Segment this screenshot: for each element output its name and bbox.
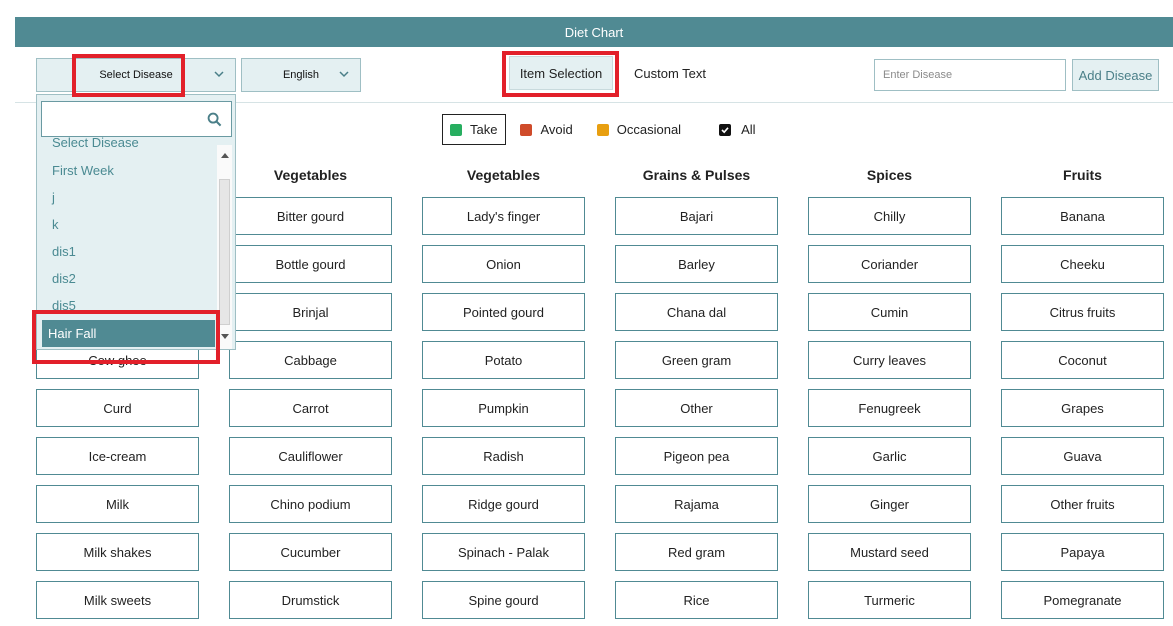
food-item-button[interactable]: Ice-cream — [36, 437, 199, 475]
column-header: Grains & Pulses — [642, 167, 751, 183]
food-item-button[interactable]: Barley — [615, 245, 778, 283]
take-color-swatch — [450, 123, 462, 136]
food-item-button[interactable]: Bajari — [615, 197, 778, 235]
food-item-button[interactable]: Chino podium — [229, 485, 392, 523]
food-item-button[interactable]: Pointed gourd — [422, 293, 585, 331]
app-title-bar: Diet Chart — [15, 17, 1173, 47]
food-item-button[interactable]: Turmeric — [808, 581, 971, 619]
chevron-down-icon — [214, 71, 224, 78]
food-item-button[interactable]: Pigeon pea — [615, 437, 778, 475]
legend-avoid-label: Avoid — [540, 122, 573, 137]
scroll-up-icon[interactable] — [217, 147, 232, 162]
dropdown-search-input[interactable] — [41, 101, 232, 137]
food-item-button[interactable]: Ginger — [808, 485, 971, 523]
food-item-button[interactable]: Milk sweets — [36, 581, 199, 619]
food-item-button[interactable]: Bottle gourd — [229, 245, 392, 283]
food-item-button[interactable]: Spine gourd — [422, 581, 585, 619]
dropdown-option[interactable]: dis5 — [52, 297, 76, 315]
dropdown-option-highlighted[interactable]: Hair Fall — [42, 320, 215, 347]
dropdown-option[interactable]: dis2 — [52, 270, 76, 288]
scrollbar-thumb[interactable] — [219, 179, 230, 325]
add-disease-button[interactable]: Add Disease — [1072, 59, 1159, 91]
food-item-button[interactable]: Green gram — [615, 341, 778, 379]
dropdown-option[interactable]: Select Disease — [52, 134, 139, 152]
food-item-button[interactable]: Other fruits — [1001, 485, 1164, 523]
tab-custom-text[interactable]: Custom Text — [622, 56, 718, 90]
food-item-button[interactable]: Lady's finger — [422, 197, 585, 235]
food-item-button[interactable]: Carrot — [229, 389, 392, 427]
food-item-button[interactable]: Drumstick — [229, 581, 392, 619]
occasional-color-swatch — [596, 123, 609, 136]
chevron-down-icon — [339, 71, 349, 78]
food-item-button[interactable]: Rajama — [615, 485, 778, 523]
food-item-button[interactable]: Rice — [615, 581, 778, 619]
dropdown-option[interactable]: First Week — [52, 162, 114, 180]
search-icon — [207, 112, 222, 127]
dropdown-list: Select Disease First Week j k dis1 dis2 … — [37, 135, 215, 349]
food-item-button[interactable]: Mustard seed — [808, 533, 971, 571]
food-item-button[interactable]: Guava — [1001, 437, 1164, 475]
column-header: Fruits — [1063, 167, 1102, 183]
food-item-button[interactable]: Ridge gourd — [422, 485, 585, 523]
dropdown-scrollbar[interactable] — [217, 145, 232, 349]
legend-take-label: Take — [470, 122, 498, 137]
column-header: Vegetables — [466, 167, 541, 183]
food-item-button[interactable]: Grapes — [1001, 389, 1164, 427]
language-select[interactable]: English — [241, 58, 361, 92]
food-item-button[interactable]: Brinjal — [229, 293, 392, 331]
food-item-button[interactable]: Milk — [36, 485, 199, 523]
food-item-button[interactable]: Curry leaves — [808, 341, 971, 379]
avoid-color-swatch — [520, 123, 533, 136]
app-title: Diet Chart — [564, 24, 624, 40]
food-item-button[interactable]: Potato — [422, 341, 585, 379]
column-header: Spices — [866, 167, 913, 183]
food-item-button[interactable]: Fenugreek — [808, 389, 971, 427]
food-item-button[interactable]: Citrus fruits — [1001, 293, 1164, 331]
food-item-button[interactable]: Coriander — [808, 245, 971, 283]
food-item-button[interactable]: Cauliflower — [229, 437, 392, 475]
legend-occasional[interactable]: Occasional — [596, 114, 682, 145]
legend-occasional-label: Occasional — [616, 122, 682, 137]
food-item-button[interactable]: Chana dal — [615, 293, 778, 331]
language-select-value: English — [282, 69, 320, 81]
food-item-button[interactable]: Red gram — [615, 533, 778, 571]
food-item-button[interactable]: Papaya — [1001, 533, 1164, 571]
food-item-button[interactable]: Pumpkin — [422, 389, 585, 427]
food-item-button[interactable]: Coconut — [1001, 341, 1164, 379]
food-item-button[interactable]: Cabbage — [229, 341, 392, 379]
food-item-button[interactable]: Milk shakes — [36, 533, 199, 571]
disease-select-value: Select Disease — [99, 69, 173, 81]
tab-item-selection-label: Item Selection — [519, 65, 603, 81]
legend: Take Avoid Occasional All — [442, 114, 762, 145]
tab-custom-text-label: Custom Text — [633, 65, 706, 81]
scroll-down-icon[interactable] — [217, 329, 232, 344]
legend-all-checkbox[interactable]: All — [719, 114, 756, 145]
legend-all-label: All — [741, 122, 756, 137]
dropdown-option[interactable]: j — [52, 189, 55, 207]
food-item-button[interactable]: Onion — [422, 245, 585, 283]
tab-item-selection[interactable]: Item Selection — [509, 56, 613, 90]
column-header: Vegetables — [273, 167, 348, 183]
food-item-button[interactable]: Bitter gourd — [229, 197, 392, 235]
dropdown-option[interactable]: k — [52, 216, 59, 234]
food-item-button[interactable]: Cheeku — [1001, 245, 1164, 283]
food-item-button[interactable]: Spinach - Palak — [422, 533, 585, 571]
food-item-button[interactable]: Cumin — [808, 293, 971, 331]
food-item-button[interactable]: Pomegranate — [1001, 581, 1164, 619]
disease-select[interactable]: Select Disease — [36, 58, 236, 92]
dropdown-option[interactable]: dis1 — [52, 243, 76, 261]
disease-dropdown-panel: Select Disease First Week j k dis1 dis2 … — [36, 94, 236, 350]
food-item-button[interactable]: Other — [615, 389, 778, 427]
legend-take[interactable]: Take — [442, 114, 507, 145]
food-item-button[interactable]: Banana — [1001, 197, 1164, 235]
checkbox-checked-icon — [719, 123, 732, 136]
food-item-button[interactable]: Radish — [422, 437, 585, 475]
food-item-button[interactable]: Garlic — [808, 437, 971, 475]
legend-avoid[interactable]: Avoid — [520, 114, 573, 145]
food-item-button[interactable]: Cucumber — [229, 533, 392, 571]
enter-disease-input[interactable] — [874, 59, 1066, 91]
food-item-button[interactable]: Curd — [36, 389, 199, 427]
food-item-button[interactable]: Chilly — [808, 197, 971, 235]
